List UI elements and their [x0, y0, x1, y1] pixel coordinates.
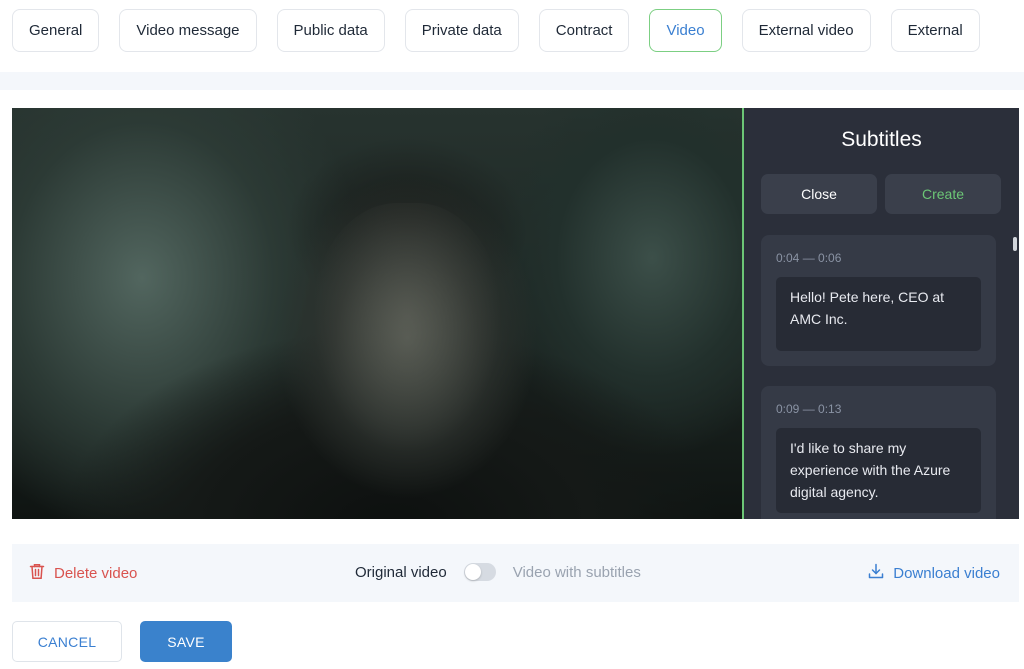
download-video-button[interactable]: Download video — [868, 563, 1000, 583]
subtitle-cue-time: 0:04 — 0:06 — [776, 251, 842, 265]
section-separator — [0, 72, 1024, 90]
subtitle-cue-text[interactable]: I'd like to share my experience with the… — [776, 428, 981, 513]
delete-video-label: Delete video — [54, 565, 138, 582]
trash-icon — [29, 563, 45, 584]
tab-public-data[interactable]: Public data — [276, 9, 385, 52]
subtitles-title: Subtitles — [841, 128, 922, 151]
original-video-label: Original video — [355, 563, 447, 581]
tab-video-message[interactable]: Video message — [119, 9, 257, 52]
close-subtitles-button[interactable]: Close — [761, 174, 877, 214]
cancel-button[interactable]: CANCEL — [12, 621, 122, 662]
tab-private-data[interactable]: Private data — [404, 9, 519, 52]
subtitle-cue[interactable]: 0:04 — 0:06 Hello! Pete here, CEO at AMC… — [761, 235, 996, 366]
tab-external-video[interactable]: External video — [741, 9, 871, 52]
tab-contract[interactable]: Contract — [538, 9, 630, 52]
video-frame-subject — [312, 203, 502, 453]
save-button[interactable]: SAVE — [140, 621, 232, 662]
video-with-subtitles-label: Video with subtitles — [512, 563, 641, 581]
subtitles-toggle[interactable] — [463, 563, 496, 581]
tab-video[interactable]: Video — [649, 9, 722, 52]
create-subtitle-button[interactable]: Create — [885, 174, 1001, 214]
subtitle-cue[interactable]: 0:09 — 0:13 I'd like to share my experie… — [761, 386, 996, 519]
video-player[interactable] — [12, 108, 742, 519]
download-video-label: Download video — [893, 564, 1000, 582]
tab-general[interactable]: General — [12, 9, 100, 52]
subtitle-cue-text[interactable]: Hello! Pete here, CEO at AMC Inc. — [776, 277, 981, 351]
download-icon — [868, 563, 884, 583]
subtitles-panel: Subtitles Close Create 0:04 — 0:06 Hello… — [744, 108, 1019, 519]
tab-external[interactable]: External — [890, 9, 980, 52]
subtitle-mode-toggle-group: Original video Video with subtitles — [355, 563, 641, 581]
delete-video-button[interactable]: Delete video — [29, 563, 137, 584]
toggle-knob — [464, 564, 481, 580]
video-editor: Subtitles Close Create 0:04 — 0:06 Hello… — [12, 108, 1019, 519]
subtitles-scrollbar[interactable] — [1013, 237, 1017, 251]
video-toolbar: Delete video Original video Video with s… — [12, 544, 1019, 602]
subtitle-cue-time: 0:09 — 0:13 — [776, 402, 842, 416]
tab-bar: General Video message Public data Privat… — [12, 9, 980, 52]
